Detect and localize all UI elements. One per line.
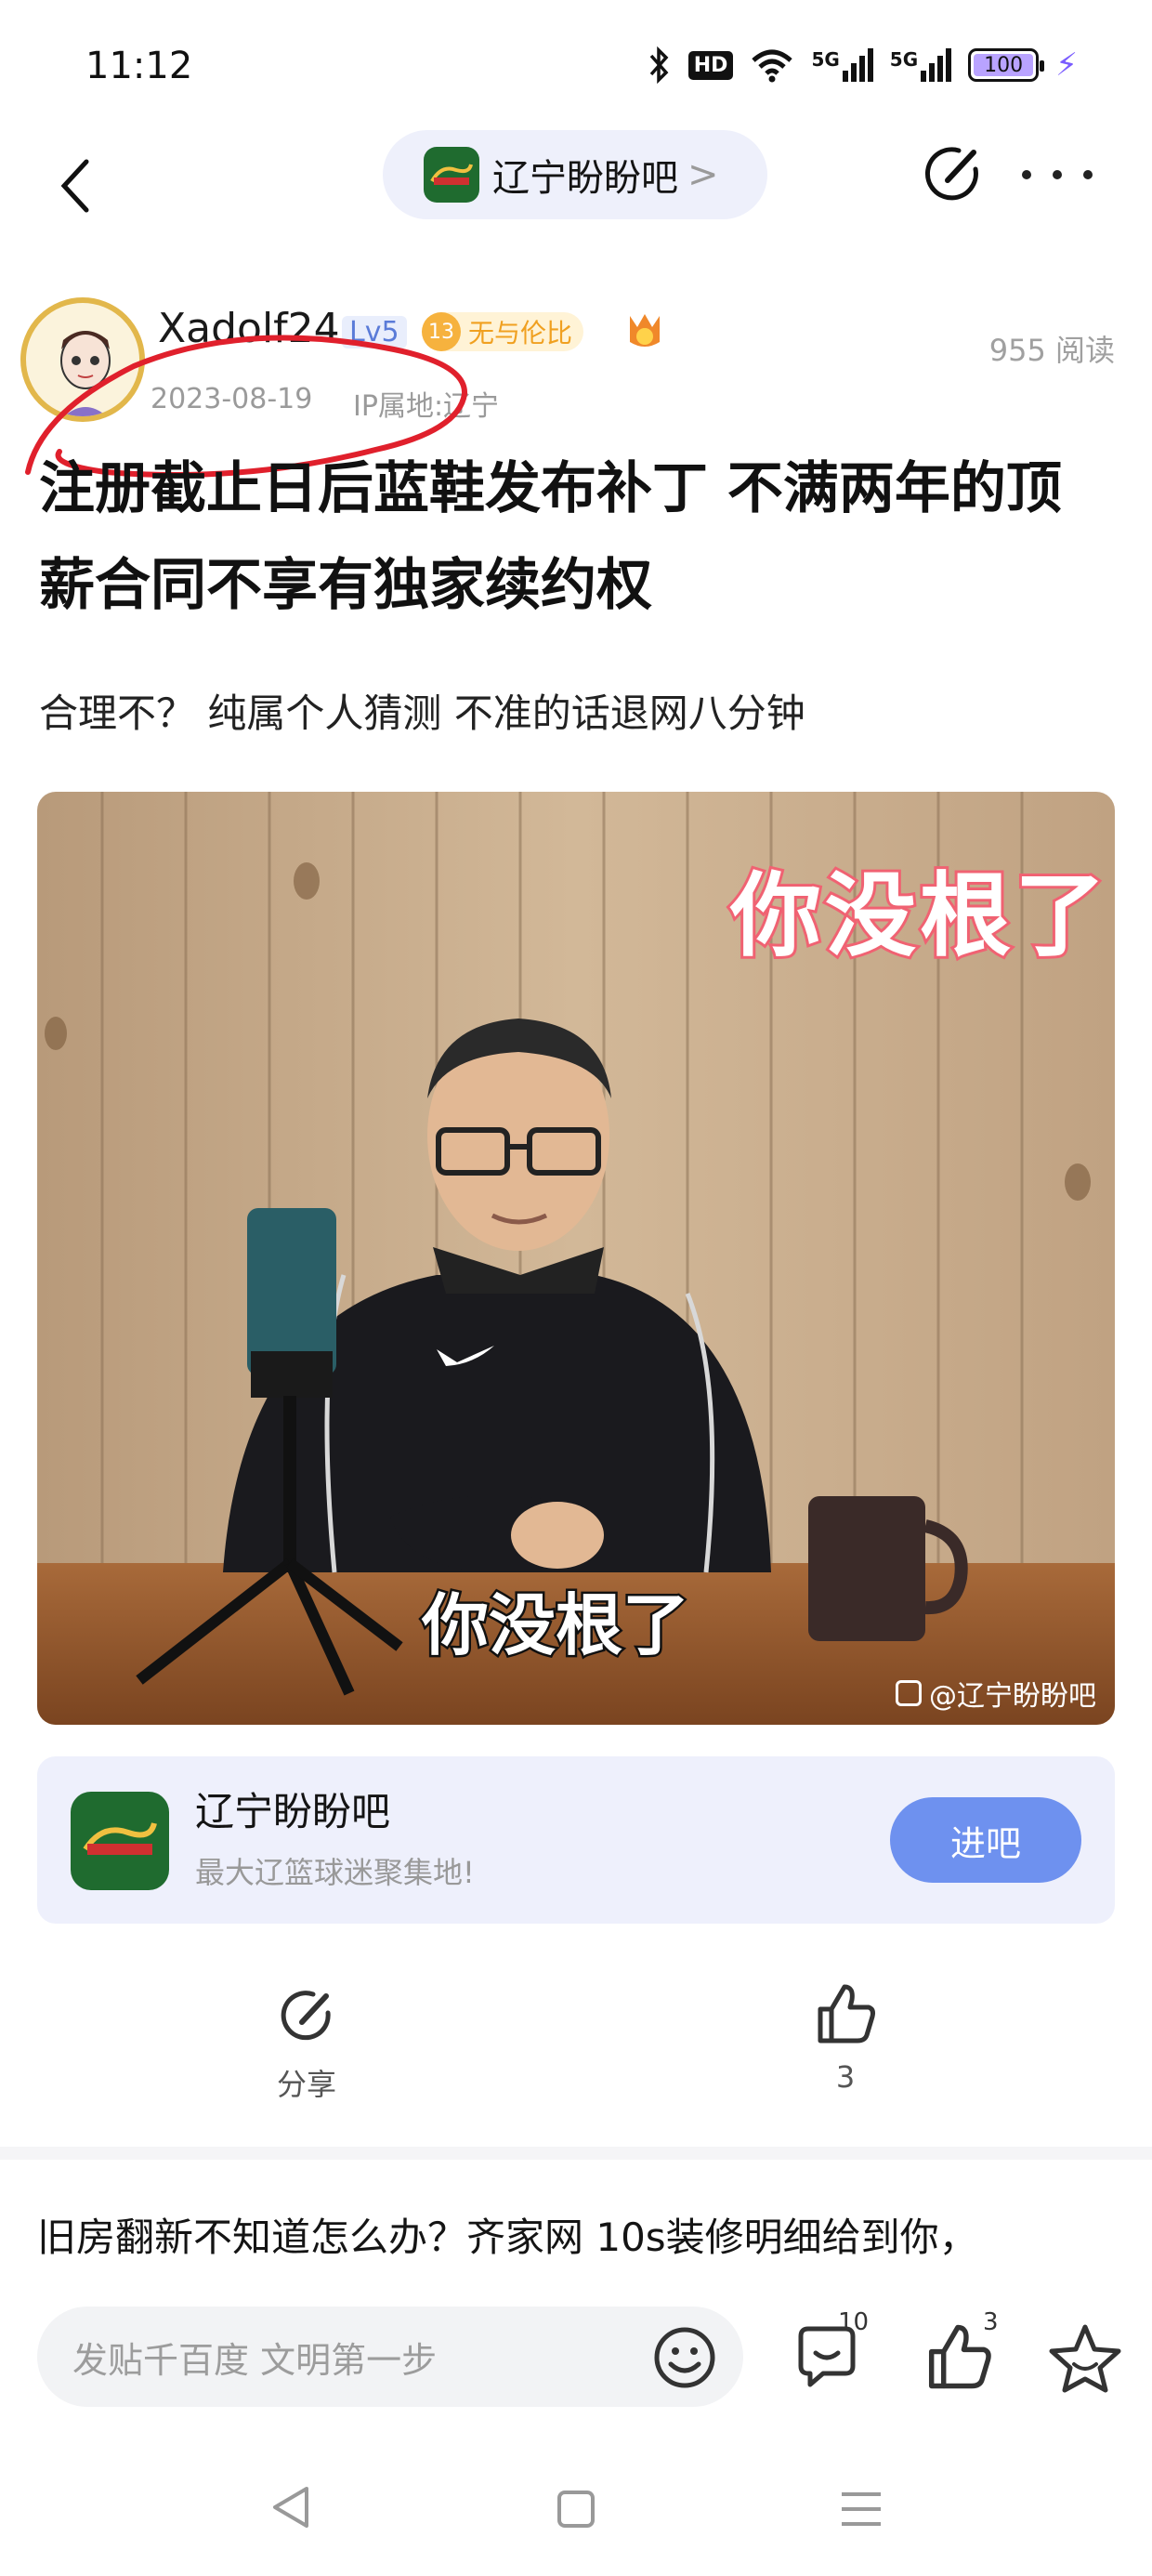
like-count-bar: 3 [983, 2308, 999, 2336]
charging-icon: ⚡ [1055, 46, 1078, 84]
read-count: 955 阅读 [988, 333, 1115, 368]
signal-icon-1: 5G [811, 48, 873, 82]
forum-card-name: 辽宁盼盼吧 [195, 1789, 391, 1834]
forum-card[interactable]: 辽宁盼盼吧 最大辽篮球迷聚集地! 进吧 [37, 1756, 1115, 1924]
favorite-star-icon[interactable] [1048, 2321, 1122, 2396]
more-dot-icon [1083, 170, 1093, 179]
author-header: Xadolf24 Lv5 13 无与伦比 2023-08-19 IP属地:辽宁 … [20, 297, 1135, 423]
more-dot-icon [1022, 170, 1031, 179]
system-back-icon[interactable] [269, 2485, 312, 2530]
emoji-icon[interactable] [652, 2325, 717, 2390]
nav-bar: 辽宁盼盼吧 > [0, 130, 1152, 242]
watermark-text: @辽宁盼盼吧 [929, 1680, 1096, 1713]
share-label: 分享 [276, 2067, 336, 2102]
battery-level: 100 [974, 54, 1034, 77]
fan-badge: 13 无与伦比 [422, 312, 584, 351]
bluetooth-icon [649, 46, 669, 84]
battery-icon: 100 [968, 48, 1045, 82]
ad-text[interactable]: 旧房翻新不知道怎么办？齐家网 10s装修明细给到你， [37, 2206, 978, 2263]
watermark-icon [896, 1680, 922, 1706]
system-menu-icon[interactable] [838, 2489, 884, 2530]
forum-logo-icon [71, 1792, 169, 1890]
author-name[interactable]: Xadolf24 [158, 305, 340, 352]
thumbs-up-icon [818, 1984, 875, 2044]
forum-logo-icon [424, 147, 479, 203]
system-navigation-bar [0, 2444, 1152, 2576]
post-body: 合理不？ 纯属个人猜测 不准的话退网八分钟 [39, 690, 805, 736]
section-divider [0, 2147, 1152, 2160]
status-time: 11:12 [85, 45, 193, 87]
post-image[interactable]: 你没根了 你没根了 @辽宁盼盼吧 [37, 792, 1115, 1725]
avatar[interactable] [20, 297, 145, 422]
back-arrow-icon [60, 159, 89, 213]
image-watermark: @辽宁盼盼吧 [896, 1673, 1096, 1714]
post-title: 注册截止日后蓝鞋发布补丁 不满两年的顶薪合同不享有独家续约权 [39, 456, 1062, 618]
join-forum-button[interactable]: 进吧 [890, 1797, 1081, 1883]
edit-button[interactable] [920, 141, 987, 208]
forum-link-pill[interactable]: 辽宁盼盼吧 > [383, 130, 767, 219]
comment-count: 10 [838, 2308, 870, 2336]
bottom-reply-bar: 发贴千百度 文明第一步 10 3 [0, 2279, 1152, 2435]
post-date: 2023-08-19 [151, 383, 313, 415]
chevron-right-icon: > [687, 153, 719, 196]
system-home-icon[interactable] [556, 2489, 596, 2530]
share-action[interactable]: 分享 [260, 1987, 353, 2104]
fan-level: 13 [422, 312, 461, 351]
forum-card-description: 最大辽篮球迷聚集地! [195, 1855, 475, 1890]
fan-title: 无与伦比 [468, 318, 573, 348]
signal-icon-2: 5G [890, 48, 952, 82]
image-caption-top: 你没根了 [727, 861, 1110, 972]
more-dot-icon [1053, 170, 1062, 179]
share-icon [281, 1991, 331, 2041]
status-icons: HD 5G 5G 100 ⚡ [648, 46, 1078, 84]
medal-icon [630, 314, 660, 347]
level-badge: Lv5 [342, 316, 407, 348]
status-bar: 11:12 HD 5G 5G 100 ⚡ [0, 0, 1152, 130]
edit-icon [925, 147, 978, 201]
hd-voice-icon: HD [687, 50, 734, 80]
like-action[interactable]: 3 [799, 1981, 892, 2095]
comment-button[interactable]: 10 [792, 2308, 869, 2392]
wifi-icon [752, 49, 793, 83]
like-count: 3 [835, 2059, 856, 2095]
image-caption-bottom: 你没根了 [419, 1584, 691, 1667]
reply-input[interactable]: 发贴千百度 文明第一步 [37, 2307, 743, 2407]
post-ip-location: IP属地:辽宁 [353, 390, 500, 423]
more-button[interactable] [1022, 152, 1093, 197]
like-button[interactable]: 3 [923, 2308, 999, 2392]
forum-name: 辽宁盼盼吧 [492, 157, 678, 200]
back-button[interactable] [45, 147, 104, 225]
